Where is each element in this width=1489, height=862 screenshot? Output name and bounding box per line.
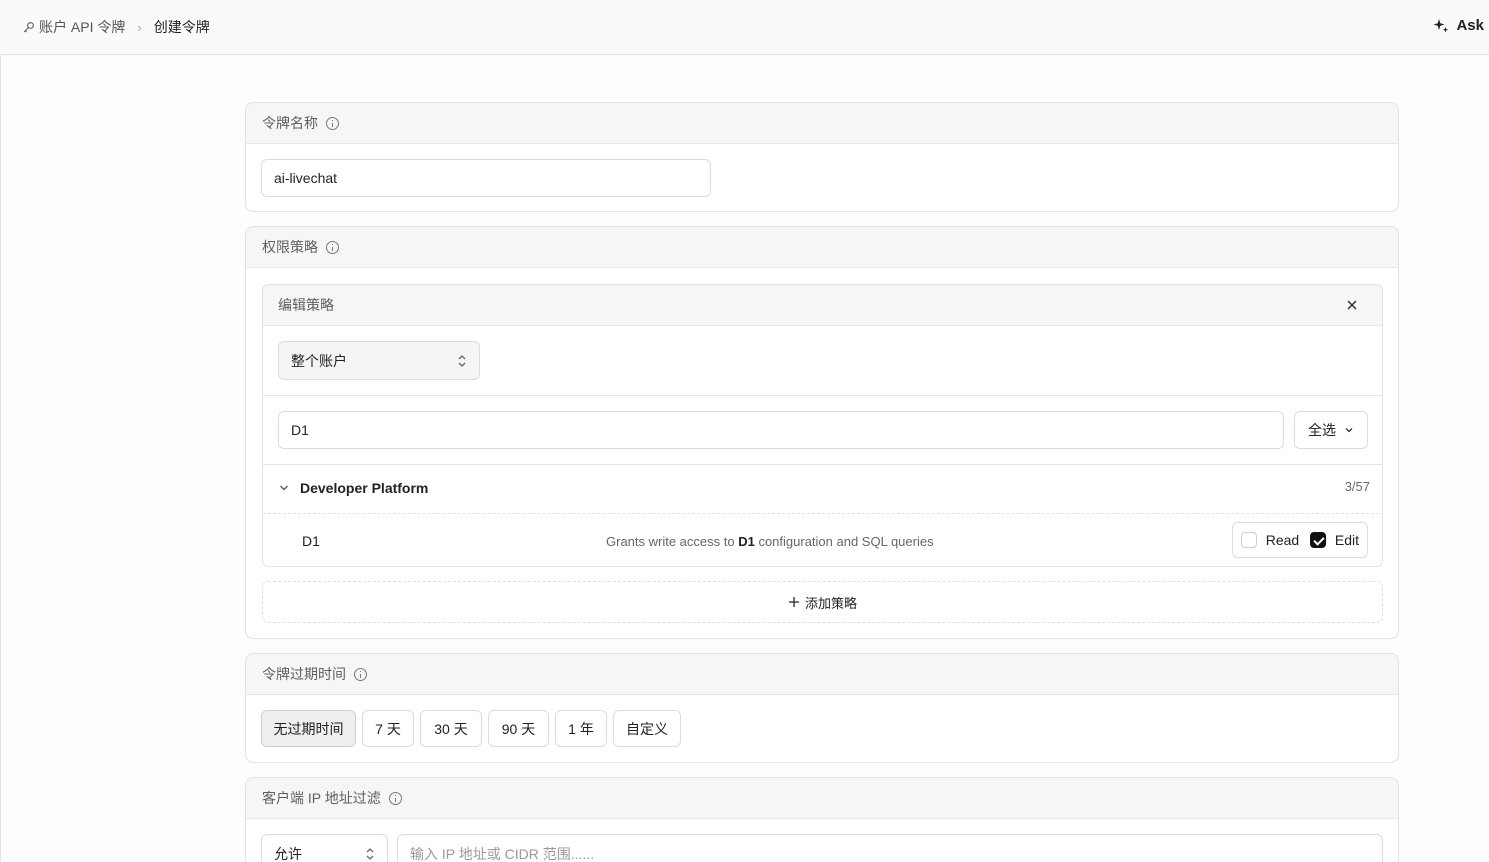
read-checkbox[interactable] <box>1241 532 1257 548</box>
add-policy-label: 添加策略 <box>804 595 857 611</box>
token-name-body: ai-livechat <box>246 143 1398 211</box>
expiry-option-none[interactable]: 无过期时间 <box>261 710 356 747</box>
ask-label: Ask <box>1456 17 1484 34</box>
add-policy-button[interactable]: 添加策略 <box>262 581 1383 623</box>
permissions-label: 权限策略 <box>262 239 318 255</box>
scope-select-value: 整个账户 <box>291 352 347 369</box>
ip-mode-value: 允许 <box>274 846 302 862</box>
permissions-body: 编辑策略 整个账户 D1 全选 Developer Platform 3/57 … <box>246 267 1398 638</box>
breadcrumb-parent-link[interactable]: 账户 API 令牌 <box>39 17 125 37</box>
policy-editor-title: 编辑策略 <box>278 297 334 313</box>
select-all-label: 全选 <box>1308 422 1336 438</box>
left-border <box>0 55 1 862</box>
breadcrumb: 账户 API 令牌 › 创建令牌 <box>22 17 210 37</box>
expiry-section: 令牌过期时间 无过期时间 7 天 30 天 90 天 1 年 自定义 <box>245 653 1399 763</box>
permission-desc-bold: D1 <box>738 534 755 549</box>
token-name-label: 令牌名称 <box>262 115 318 131</box>
scope-select[interactable]: 整个账户 <box>278 341 480 380</box>
ask-button[interactable]: Ask <box>1433 17 1484 34</box>
permissions-header: 权限策略 <box>246 227 1398 267</box>
permission-group-title: Developer Platform <box>300 480 429 496</box>
select-all-dropdown[interactable]: 全选 <box>1294 411 1368 449</box>
expiry-option-custom[interactable]: 自定义 <box>613 710 681 747</box>
expiry-option-7d[interactable]: 7 天 <box>362 710 414 747</box>
divider <box>263 395 1382 396</box>
permission-group-count: 3/57 <box>1344 479 1370 494</box>
info-icon[interactable] <box>354 667 367 681</box>
permission-search-input[interactable]: D1 <box>278 411 1284 449</box>
close-icon[interactable] <box>1345 298 1359 312</box>
read-label: Read <box>1265 532 1300 548</box>
expiry-option-90d[interactable]: 90 天 <box>488 710 549 747</box>
expiry-option-30d[interactable]: 30 天 <box>420 710 482 747</box>
permission-desc-suffix: configuration and SQL queries <box>754 534 934 549</box>
permission-item-description: Grants write access to D1 configuration … <box>606 534 934 549</box>
policy-editor-header: 编辑策略 <box>263 285 1382 325</box>
dashed-divider <box>263 513 1382 514</box>
expiry-label: 令牌过期时间 <box>262 666 346 682</box>
expiry-body: 无过期时间 7 天 30 天 90 天 1 年 自定义 <box>246 694 1398 762</box>
token-name-input[interactable]: ai-livechat <box>261 159 711 197</box>
policy-editor-body: 整个账户 D1 全选 Developer Platform 3/57 D1 Gr… <box>263 325 1382 566</box>
ip-filter-header: 客户端 IP 地址过滤 <box>246 778 1398 818</box>
chevron-up-down-icon <box>458 354 466 367</box>
expiry-header: 令牌过期时间 <box>246 654 1398 694</box>
permission-group-row: Developer Platform 3/57 <box>263 465 1382 513</box>
sparkle-icon <box>1433 18 1449 32</box>
ip-filter-body: 允许 输入 IP 地址或 CIDR 范围...... <box>246 818 1398 862</box>
permission-item-name: D1 <box>302 533 320 549</box>
info-icon[interactable] <box>326 240 339 254</box>
chevron-down-icon <box>280 485 288 491</box>
token-name-header: 令牌名称 <box>246 103 1398 143</box>
permission-access-toggle: Read Edit <box>1232 522 1368 558</box>
info-icon[interactable] <box>326 116 339 130</box>
permissions-section: 权限策略 编辑策略 整个账户 D1 全选 Developer Platform … <box>245 226 1399 639</box>
breadcrumb-separator-icon: › <box>137 19 142 35</box>
chevron-down-icon <box>1345 428 1353 433</box>
ip-filter-label: 客户端 IP 地址过滤 <box>262 790 381 806</box>
ip-mode-select[interactable]: 允许 <box>261 834 388 862</box>
info-icon[interactable] <box>388 791 402 805</box>
token-name-section: 令牌名称 ai-livechat <box>245 102 1399 212</box>
permission-desc-prefix: Grants write access to <box>606 534 739 549</box>
breadcrumb-current: 创建令牌 <box>153 19 210 35</box>
ip-filter-section: 客户端 IP 地址过滤 允许 输入 IP 地址或 CIDR 范围...... <box>245 777 1399 862</box>
expiry-option-1y[interactable]: 1 年 <box>555 710 607 747</box>
chevron-up-down-icon <box>366 848 374 860</box>
edit-label: Edit <box>1334 532 1359 548</box>
ip-address-input[interactable]: 输入 IP 地址或 CIDR 范围...... <box>397 834 1383 862</box>
edit-checkbox[interactable] <box>1310 532 1326 548</box>
policy-editor: 编辑策略 整个账户 D1 全选 Developer Platform 3/57 … <box>262 284 1383 567</box>
top-bar: 账户 API 令牌 › 创建令牌 Ask <box>0 0 1489 55</box>
permission-group-developer-platform[interactable]: Developer Platform 3/57 <box>263 465 1382 513</box>
plus-icon <box>788 597 799 607</box>
key-icon <box>23 21 34 32</box>
